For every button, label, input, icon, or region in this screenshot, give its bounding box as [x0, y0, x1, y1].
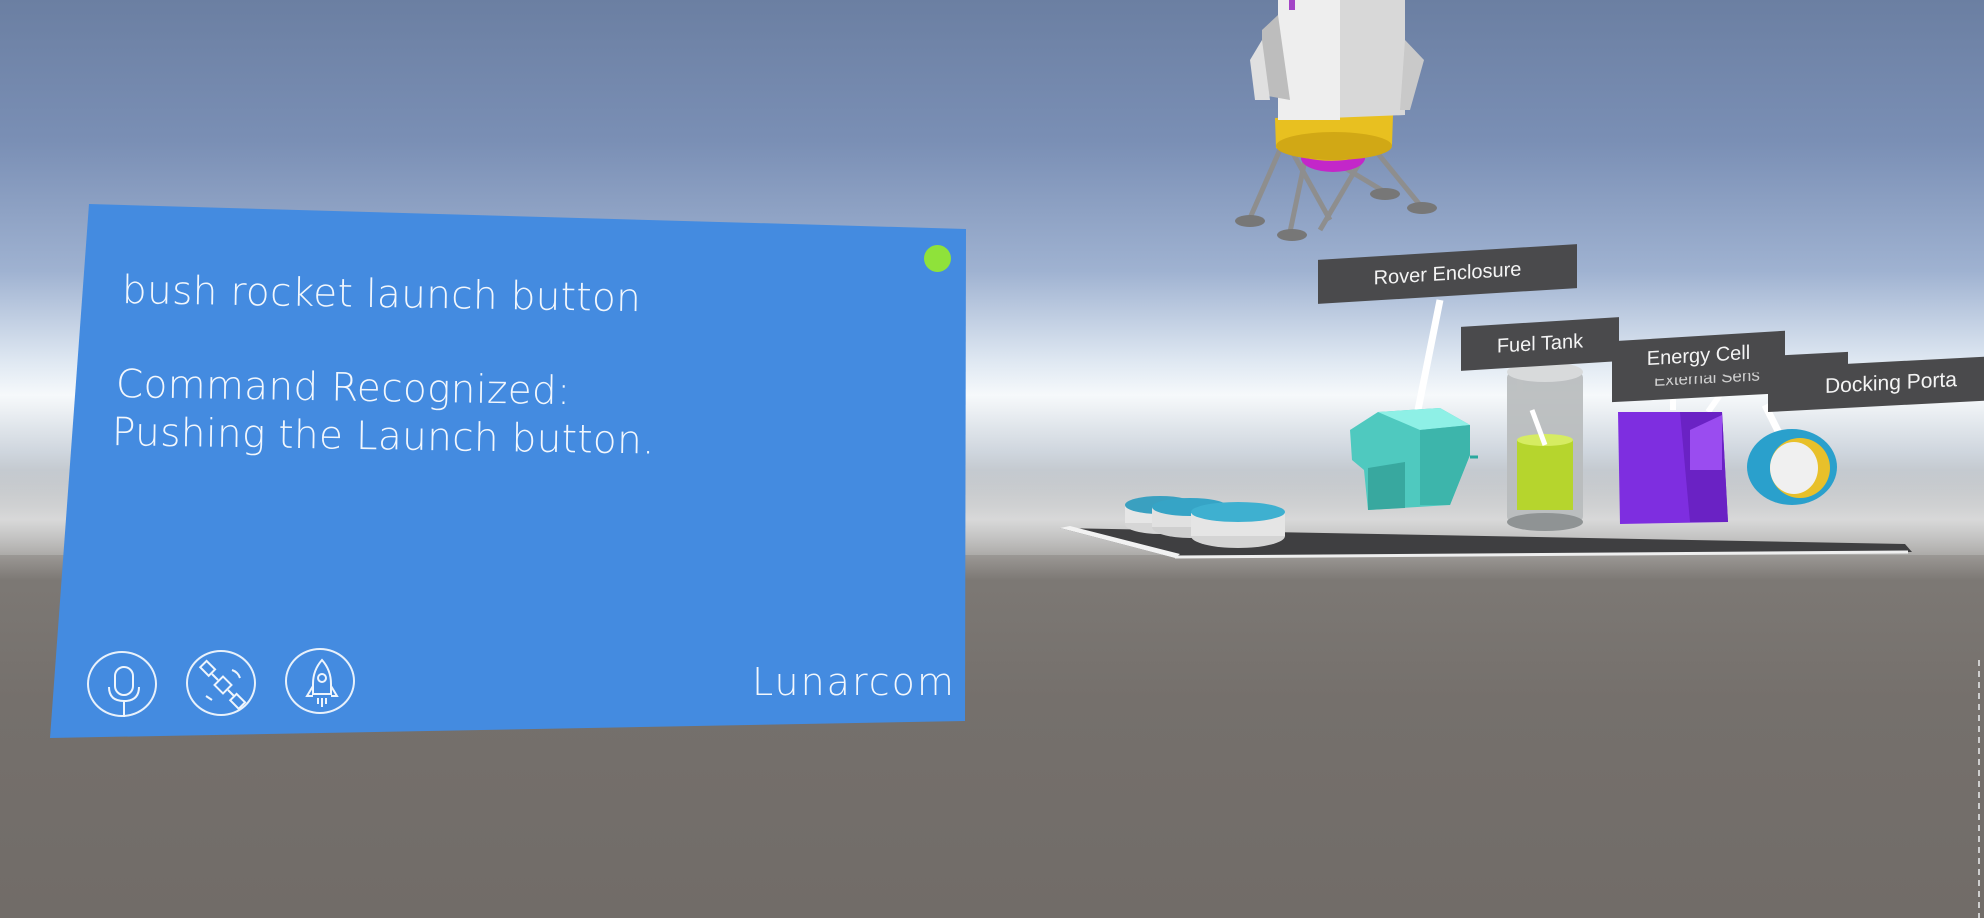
brand-label: Lunarcom [752, 660, 956, 704]
microphone-icon [108, 666, 140, 717]
rocket-icon [305, 658, 339, 707]
satellite-icon [198, 659, 247, 711]
command-action-text: Pushing the Launch button. [111, 410, 656, 464]
command-status-text: Command Recognized: [115, 362, 571, 415]
docking-port-object[interactable] [1747, 403, 1837, 505]
fuel-tank-object[interactable] [1507, 362, 1583, 531]
lunarcom-panel: bush rocket launch button Command Recogn… [50, 200, 970, 740]
microphone-button[interactable] [87, 651, 157, 717]
rocket-button[interactable] [285, 648, 355, 714]
rover-enclosure-object[interactable] [1350, 299, 1478, 510]
lunar-lander[interactable] [1235, 0, 1437, 241]
satellite-button[interactable] [186, 650, 256, 716]
status-indicator [924, 245, 951, 272]
game-scene: Rover Enclosure Fuel Tank External Sens … [0, 0, 1984, 918]
heard-speech-text: bush rocket launch button [121, 268, 642, 322]
